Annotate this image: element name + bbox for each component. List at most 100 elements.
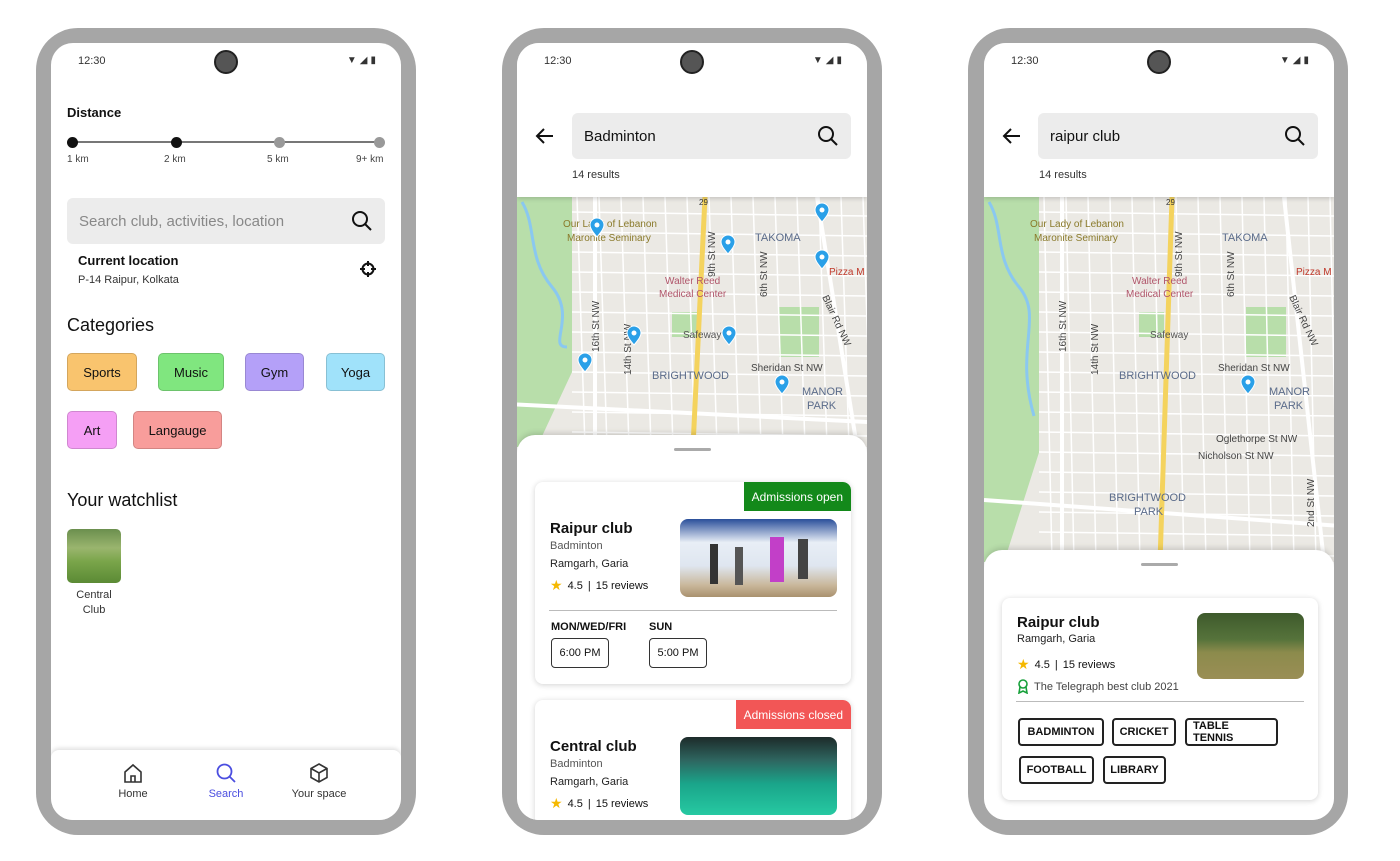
map-label: TAKOMA bbox=[755, 232, 801, 244]
crosshair-icon[interactable] bbox=[360, 261, 376, 277]
reviews-count[interactable]: 15 reviews bbox=[596, 580, 649, 592]
map[interactable]: Our Lady of Lebanon Maronite Seminary TAKO… bbox=[984, 197, 1334, 562]
slider-stop[interactable] bbox=[67, 137, 78, 148]
activity-tag[interactable]: LIBRARY bbox=[1103, 756, 1166, 784]
map-pin-dot bbox=[819, 207, 825, 213]
results-count: 14 results bbox=[1039, 169, 1087, 181]
map-label: Maronite Seminary bbox=[1034, 233, 1118, 244]
map-label: 14th St NW bbox=[1090, 323, 1101, 375]
drag-handle[interactable] bbox=[674, 448, 711, 451]
search-input[interactable]: Search club, activities, location bbox=[67, 198, 385, 244]
map-label: 16th St NW bbox=[1058, 300, 1069, 352]
map-label: 6th St NW bbox=[1226, 251, 1237, 297]
map-pin-dot bbox=[631, 330, 637, 336]
map[interactable]: Our Lady of Lebanon Maronite Seminary TAKO… bbox=[517, 197, 867, 447]
category-language[interactable]: Langauge bbox=[133, 411, 222, 449]
current-location-address: P-14 Raipur, Kolkata bbox=[78, 274, 179, 286]
status-time: 12:30 bbox=[544, 55, 572, 67]
club-detail-card[interactable]: Raipur club Ramgarh, Garia ★ 4.5 | 15 revie… bbox=[1002, 598, 1318, 800]
map-pin-dot bbox=[725, 239, 731, 245]
club-photo bbox=[680, 519, 837, 597]
drag-handle[interactable] bbox=[1141, 563, 1178, 566]
activity-tag[interactable]: BADMINTON bbox=[1018, 718, 1104, 746]
slider-stop[interactable] bbox=[171, 137, 182, 148]
award-ribbon-icon bbox=[1018, 679, 1028, 694]
map-pin-dot bbox=[819, 254, 825, 260]
search-icon[interactable] bbox=[817, 125, 839, 147]
category-yoga[interactable]: Yoga bbox=[326, 353, 385, 391]
results-count: 14 results bbox=[572, 169, 620, 181]
map-pin-dot bbox=[594, 222, 600, 228]
club-photo bbox=[1197, 613, 1304, 679]
status-badge: Admissions closed bbox=[735, 700, 851, 729]
club-location: Ramgarh, Garia bbox=[550, 558, 629, 570]
club-activity: Badminton bbox=[550, 540, 603, 552]
search-icon bbox=[216, 763, 236, 783]
schedule-days: SUN bbox=[649, 621, 673, 633]
search-input[interactable]: raipur club bbox=[1038, 113, 1318, 159]
category-gym[interactable]: Gym bbox=[245, 353, 304, 391]
time-slot-button[interactable]: 5:00 PM bbox=[649, 638, 707, 668]
club-photo bbox=[680, 737, 837, 815]
star-icon: ★ bbox=[1017, 656, 1030, 672]
search-value: raipur club bbox=[1050, 127, 1121, 145]
back-arrow-icon[interactable] bbox=[1002, 127, 1022, 145]
activity-tag[interactable]: TABLE TENNIS bbox=[1185, 718, 1278, 746]
time-slot-button[interactable]: 6:00 PM bbox=[551, 638, 609, 668]
map-label: 16th St NW bbox=[591, 300, 602, 352]
activity-tag[interactable]: CRICKET bbox=[1112, 718, 1176, 746]
map-label: PARK bbox=[807, 400, 837, 412]
map-label: 9th St NW bbox=[1174, 231, 1185, 277]
divider bbox=[549, 610, 837, 611]
phone-search-results: 12:30 ▼◢▮ Badminton 14 results Our Lady … bbox=[502, 28, 882, 835]
reviews-count[interactable]: 15 reviews bbox=[596, 798, 649, 810]
star-icon: ★ bbox=[550, 577, 563, 593]
schedule-days: MON/WED/FRI bbox=[551, 621, 627, 633]
slider-label: 9+ km bbox=[356, 154, 384, 165]
current-location-title: Current location bbox=[78, 253, 179, 268]
club-card[interactable]: Admissions closed Central club Badminton… bbox=[535, 700, 851, 820]
category-music[interactable]: Music bbox=[158, 353, 224, 391]
search-icon[interactable] bbox=[351, 210, 373, 232]
back-arrow-icon[interactable] bbox=[535, 127, 555, 145]
camera-cutout bbox=[1147, 50, 1171, 74]
rating-value: 4.5 bbox=[1034, 658, 1050, 671]
category-sports[interactable]: Sports bbox=[67, 353, 137, 391]
map-label: Our Lady of Lebanon bbox=[563, 219, 657, 230]
reviews-count[interactable]: 15 reviews bbox=[1063, 659, 1116, 671]
map-label: Medical Center bbox=[1126, 289, 1194, 300]
slider-stop[interactable] bbox=[374, 137, 385, 148]
categories-title: Categories bbox=[67, 315, 155, 335]
club-card[interactable]: Admissions open Raipur club Badminton Ra… bbox=[535, 482, 851, 684]
search-icon[interactable] bbox=[1284, 125, 1306, 147]
screen: 12:30 ▼◢▮ Distance 1 km 2 km 5 km 9+ km … bbox=[51, 43, 401, 820]
nav-search[interactable]: Search bbox=[181, 762, 271, 800]
slider-stop[interactable] bbox=[274, 137, 285, 148]
bottom-nav: Home Search Your space bbox=[51, 750, 401, 820]
map-label: Safeway bbox=[683, 330, 721, 341]
map-pin-dot bbox=[779, 379, 785, 385]
status-badge: Admissions open bbox=[743, 482, 851, 511]
map-label: Sheridan St NW bbox=[751, 363, 823, 374]
slider-label: 1 km bbox=[67, 154, 89, 165]
map-label: Nicholson St NW bbox=[1198, 451, 1274, 462]
club-name: Central club bbox=[550, 738, 637, 755]
results-sheet: Admissions open Raipur club Badminton Ra… bbox=[517, 435, 867, 820]
home-icon bbox=[124, 763, 142, 783]
nav-your-space[interactable]: Your space bbox=[274, 762, 364, 800]
award-text: The Telegraph best club 2021 bbox=[1034, 680, 1179, 693]
map-label: 29 bbox=[1166, 198, 1175, 207]
nav-label: Your space bbox=[291, 788, 347, 800]
nav-home[interactable]: Home bbox=[88, 762, 178, 800]
map-label: Maronite Seminary bbox=[567, 233, 651, 244]
map-label: PARK bbox=[1134, 506, 1164, 518]
search-header: 12:30 ▼◢▮ raipur club 14 results bbox=[984, 43, 1334, 197]
map-label: 2nd St NW bbox=[1306, 478, 1317, 527]
watchlist-item-name: Central Club bbox=[76, 589, 112, 616]
category-art[interactable]: Art bbox=[67, 411, 117, 449]
activity-tag[interactable]: FOOTBALL bbox=[1019, 756, 1094, 784]
search-input[interactable]: Badminton bbox=[572, 113, 851, 159]
map-label: Sheridan St NW bbox=[1218, 363, 1290, 374]
status-icons: ▼◢▮ bbox=[1279, 55, 1312, 66]
award: The Telegraph best club 2021 bbox=[1017, 679, 1179, 694]
